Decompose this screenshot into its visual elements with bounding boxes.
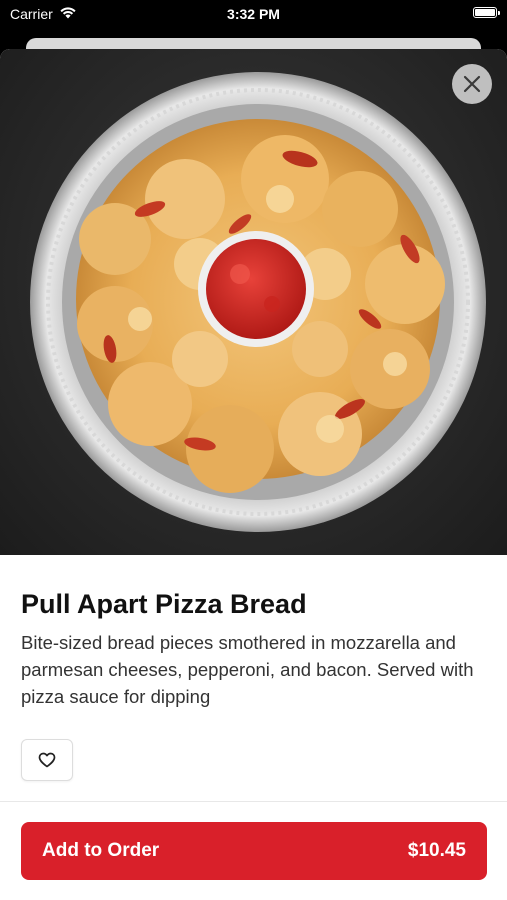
add-to-order-button[interactable]: Add to Order $10.45 xyxy=(21,822,487,880)
product-description: Bite-sized bread pieces smothered in moz… xyxy=(21,632,474,707)
pizza-bread-illustration xyxy=(30,72,486,532)
product-image xyxy=(0,49,507,555)
divider xyxy=(0,801,507,802)
product-sheet: Pull Apart Pizza Bread Bite-sized bread … xyxy=(0,49,507,900)
product-title: Pull Apart Pizza Bread xyxy=(21,589,307,619)
product-info: Pull Apart Pizza Bread Bite-sized bread … xyxy=(21,585,486,710)
heart-icon xyxy=(38,752,56,768)
screen: Carrier 3:32 PM Pull Apart Pizza Bread B… xyxy=(0,0,507,900)
status-time: 3:32 PM xyxy=(227,6,280,22)
status-right xyxy=(473,7,500,18)
close-icon xyxy=(463,75,481,93)
battery-icon xyxy=(473,7,500,18)
price-label: $10.45 xyxy=(407,840,466,861)
favorite-button[interactable] xyxy=(21,739,73,781)
close-button[interactable] xyxy=(452,64,492,104)
status-bar: Carrier 3:32 PM xyxy=(0,0,507,30)
add-to-order-label: Add to Order xyxy=(42,840,160,861)
